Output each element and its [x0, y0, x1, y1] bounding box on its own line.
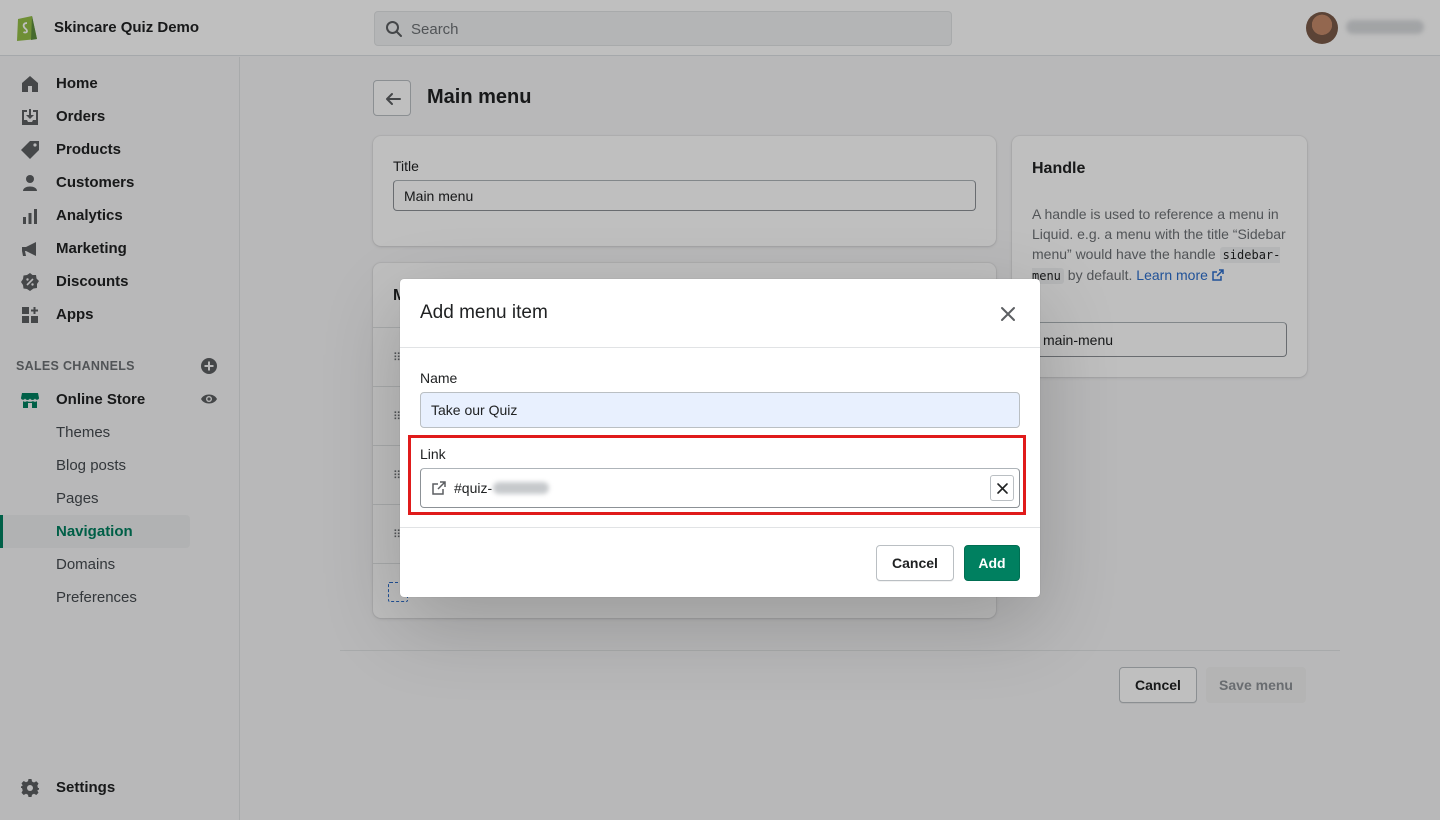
- link-value-text: #quiz-: [454, 480, 493, 496]
- name-input[interactable]: Take our Quiz: [420, 392, 1020, 428]
- close-icon: [997, 483, 1008, 494]
- close-icon[interactable]: [998, 304, 1018, 324]
- name-label: Name: [420, 370, 458, 386]
- link-label: Link: [420, 446, 446, 462]
- link-input[interactable]: #quiz-: [420, 468, 1020, 508]
- divider: [400, 527, 1040, 528]
- link-value: #quiz-: [454, 480, 550, 496]
- external-link-icon: [432, 481, 446, 495]
- modal-title: Add menu item: [420, 302, 548, 323]
- modal-add-button[interactable]: Add: [964, 545, 1020, 581]
- modal-cancel-button[interactable]: Cancel: [876, 545, 954, 581]
- divider: [400, 347, 1040, 348]
- clear-link-button[interactable]: [990, 475, 1014, 501]
- add-menu-item-modal: Add menu item Name Take our Quiz Link #q…: [400, 279, 1040, 597]
- redacted-text: [493, 482, 550, 494]
